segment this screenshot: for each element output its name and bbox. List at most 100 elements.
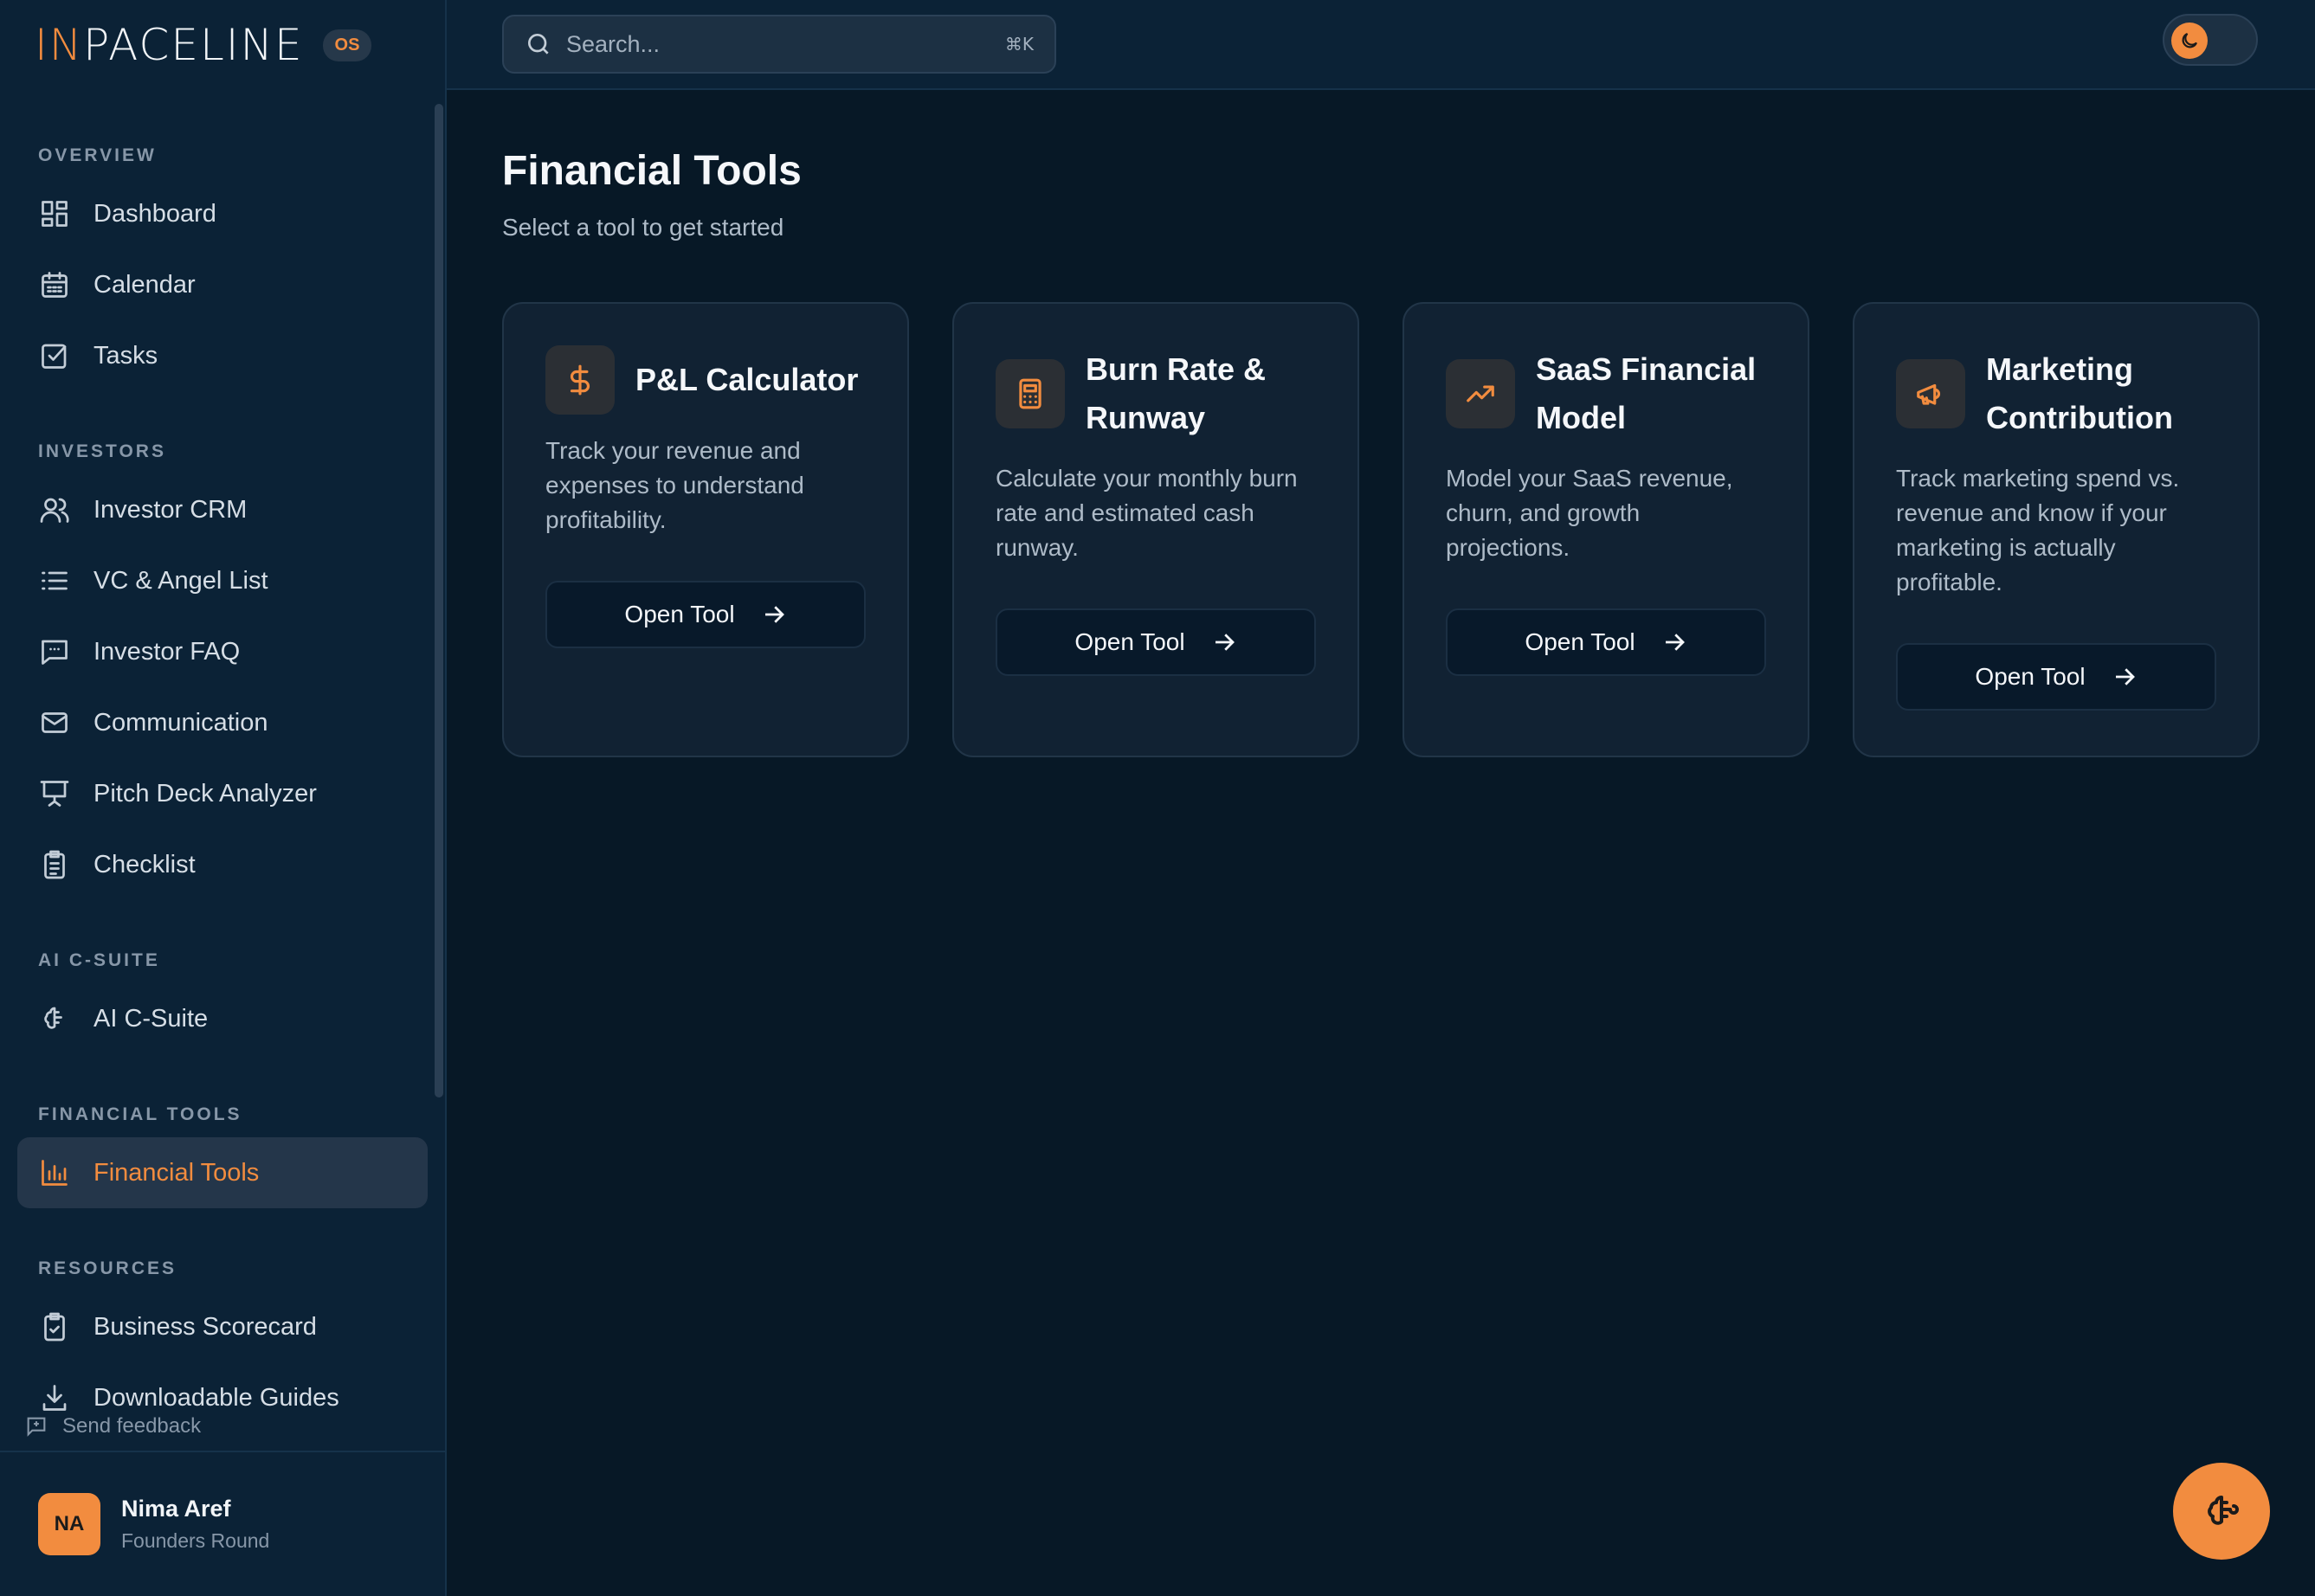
sidebar-item-calendar[interactable]: Calendar: [17, 249, 428, 320]
sidebar-item-ai-c-suite[interactable]: AI C-Suite: [17, 983, 428, 1054]
search-input[interactable]: [566, 30, 1005, 58]
arrow-right-icon: [2115, 668, 2135, 685]
sidebar-item-tasks[interactable]: Tasks: [17, 320, 428, 391]
sidebar-item-business-scorecard[interactable]: Business Scorecard: [17, 1291, 428, 1362]
trending-up-icon: [1446, 359, 1515, 428]
sidebar-item-dashboard[interactable]: Dashboard: [17, 178, 428, 249]
logo-in: IN: [35, 20, 84, 70]
dashboard-icon: [38, 197, 71, 230]
sidebar: IN PACELINE OS OVERVIEW Dashboard Calendar T…: [0, 0, 447, 1596]
open-tool-button[interactable]: Open Tool: [1446, 608, 1766, 676]
sidebar-item-label: Calendar: [94, 270, 196, 299]
message-icon: [38, 635, 71, 668]
section-title-resources: RESOURCES: [38, 1258, 177, 1278]
tool-card: SaaS Financial Model Model your SaaS rev…: [1403, 302, 1809, 757]
theme-toggle[interactable]: [2163, 14, 2258, 66]
sidebar-item-vc-angel-list[interactable]: VC & Angel List: [17, 545, 428, 616]
avatar: NA: [38, 1493, 100, 1555]
card-title: P&L Calculator: [635, 362, 859, 397]
ai-assistant-button[interactable]: [2173, 1463, 2270, 1560]
sidebar-item-label: Investor FAQ: [94, 637, 241, 666]
clipboard-icon: [38, 848, 71, 881]
brand-logo[interactable]: IN PACELINE: [35, 20, 304, 70]
sidebar-item-communication[interactable]: Communication: [17, 687, 428, 758]
main-area: ⌘K Financial Tools Select a tool to get …: [447, 0, 2315, 1596]
feedback-label: Send feedback: [62, 1414, 202, 1438]
users-icon: [38, 493, 71, 526]
section-title-ai-c-suite: AI C-SUITE: [38, 950, 160, 970]
arrow-right-icon: [764, 606, 784, 623]
user-name: Nima Aref: [121, 1496, 231, 1522]
feedback-icon: [27, 1417, 46, 1437]
arrow-right-icon: [1215, 634, 1235, 651]
content: Financial Tools Select a tool to get sta…: [447, 90, 2315, 814]
sidebar-nav: OVERVIEW Dashboard Calendar Tasks INVESTORS I…: [0, 90, 445, 1596]
page-subtitle: Select a tool to get started: [502, 214, 784, 241]
brain-icon: [2208, 1496, 2239, 1525]
dollar-icon: [545, 345, 615, 415]
moon-icon: [2182, 32, 2198, 48]
download-icon: [38, 1381, 71, 1414]
open-tool-label: Open Tool: [1975, 663, 2086, 690]
tool-card: P&L Calculator Track your revenue and ex…: [502, 302, 909, 757]
sidebar-item-label: Business Scorecard: [94, 1312, 317, 1341]
sidebar-item-label: AI C-Suite: [94, 1004, 209, 1033]
page-title: Financial Tools: [502, 148, 802, 194]
search-box[interactable]: ⌘K: [502, 15, 1056, 74]
sidebar-item-financial-tools[interactable]: Financial Tools: [17, 1137, 428, 1208]
tool-card: Marketing Contribution Track marketing s…: [1853, 302, 2260, 757]
logo-row: IN PACELINE OS: [0, 0, 445, 90]
open-tool-button[interactable]: Open Tool: [545, 581, 866, 648]
card-description: Calculate your monthly burn rate and est…: [996, 465, 1298, 561]
open-tool-button[interactable]: Open Tool: [1896, 643, 2216, 711]
sidebar-item-label: Downloadable Guides: [94, 1383, 339, 1412]
section-title-investors: INVESTORS: [38, 441, 166, 461]
open-tool-label: Open Tool: [624, 601, 735, 627]
card-description: Track your revenue and expenses to under…: [545, 437, 804, 533]
sidebar-item-label: Dashboard: [94, 199, 216, 228]
user-plan: Founders Round: [121, 1529, 270, 1552]
sidebar-scrollbar[interactable]: [435, 104, 443, 1097]
logo-text: PACELINE: [83, 20, 304, 70]
tool-cards: P&L Calculator Track your revenue and ex…: [502, 302, 2260, 757]
open-tool-button[interactable]: Open Tool: [996, 608, 1316, 676]
megaphone-icon: [1896, 359, 1965, 428]
open-tool-label: Open Tool: [1525, 628, 1635, 655]
open-tool-label: Open Tool: [1074, 628, 1185, 655]
bar-chart-icon: [38, 1156, 71, 1189]
card-title: SaaS Financial Model: [1536, 351, 1757, 435]
section-title-financial-tools: FINANCIAL TOOLS: [38, 1104, 242, 1124]
sidebar-item-label: Pitch Deck Analyzer: [94, 779, 317, 808]
card-description: Track marketing spend vs. revenue and kn…: [1896, 465, 2180, 595]
arrow-right-icon: [1665, 634, 1685, 651]
calendar-icon: [38, 268, 71, 301]
list-icon: [38, 564, 71, 597]
tasks-icon: [38, 339, 71, 372]
shortcut-hint: ⌘K: [1004, 34, 1034, 55]
tool-card: Burn Rate & Runway Calculate your monthl…: [952, 302, 1359, 757]
user-profile[interactable]: NA Nima Aref Founders Round: [0, 1451, 445, 1596]
card-description: Model your SaaS revenue, churn, and grow…: [1446, 465, 1733, 561]
calculator-icon: [996, 359, 1065, 428]
clipboard-check-icon: [38, 1310, 71, 1343]
send-feedback-link[interactable]: Send feedback: [24, 1414, 201, 1438]
section-title-overview: OVERVIEW: [38, 145, 157, 165]
toggle-knob: [2171, 23, 2208, 59]
card-title: Burn Rate & Runway: [1086, 351, 1267, 435]
sidebar-item-investor-faq[interactable]: Investor FAQ: [17, 616, 428, 687]
mail-icon: [38, 706, 71, 739]
topbar: ⌘K: [447, 0, 2315, 90]
sidebar-item-label: Tasks: [94, 341, 158, 370]
sidebar-item-label: Communication: [94, 708, 268, 737]
sidebar-item-label: Financial Tools: [94, 1158, 260, 1187]
brain-icon: [38, 1002, 71, 1035]
sidebar-item-checklist[interactable]: Checklist: [17, 829, 428, 900]
sidebar-item-label: VC & Angel List: [94, 566, 268, 595]
sidebar-item-label: Investor CRM: [94, 495, 248, 524]
search-icon: [528, 34, 549, 55]
sidebar-item-investor-crm[interactable]: Investor CRM: [17, 474, 428, 545]
sidebar-item-pitch-deck-analyzer[interactable]: Pitch Deck Analyzer: [17, 758, 428, 829]
card-title: Marketing Contribution: [1986, 351, 2173, 435]
os-badge: OS: [322, 29, 372, 61]
presentation-icon: [38, 777, 71, 810]
